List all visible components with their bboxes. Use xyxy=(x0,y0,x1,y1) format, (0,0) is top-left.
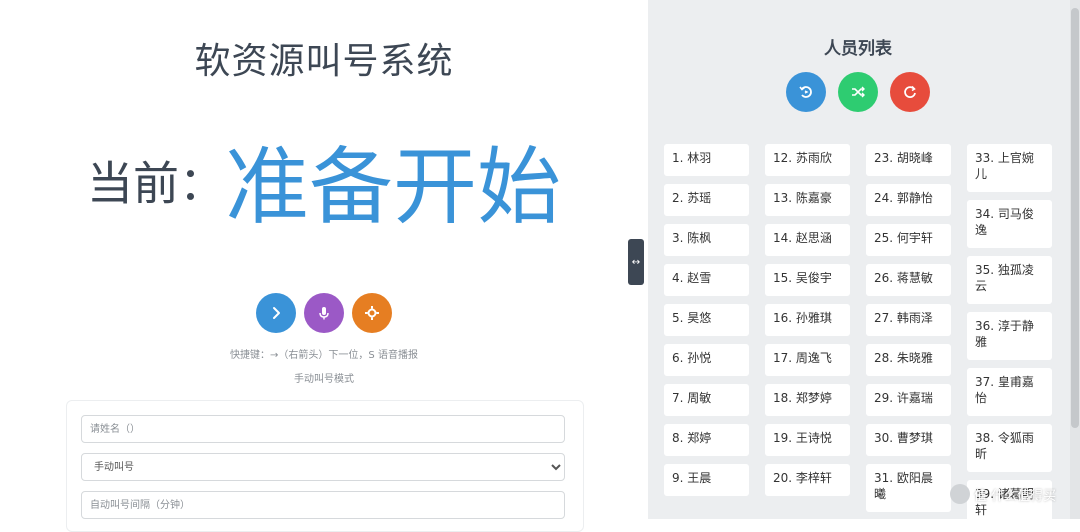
person-card[interactable]: 7. 周敏 xyxy=(664,384,749,416)
shuffle-icon xyxy=(852,86,865,98)
scrollbar-thumb[interactable] xyxy=(1071,8,1079,428)
person-card[interactable]: 35. 独孤凌云 xyxy=(967,256,1052,304)
person-card[interactable]: 8. 郑婷 xyxy=(664,424,749,456)
person-card[interactable]: 5. 昊悠 xyxy=(664,304,749,336)
people-grid: 1. 林羽 2. 苏瑶 3. 陈枫 4. 赵雪 5. 昊悠 6. 孙悦 7. 周… xyxy=(664,144,1052,528)
person-card[interactable]: 19. 王诗悦 xyxy=(765,424,850,456)
person-card[interactable]: 34. 司马俊逸 xyxy=(967,200,1052,248)
settings-form: 手动叫号 xyxy=(66,400,584,532)
next-button[interactable] xyxy=(256,293,296,333)
watermark-text: 值 什么值得买 xyxy=(974,488,1057,504)
reset-list-button[interactable] xyxy=(786,72,826,112)
people-column: 12. 苏雨欣 13. 陈嘉豪 14. 赵思涵 15. 吴俊宇 16. 孙雅琪 … xyxy=(765,144,850,528)
person-card[interactable]: 38. 令狐雨昕 xyxy=(967,424,1052,472)
person-card[interactable]: 15. 吴俊宇 xyxy=(765,264,850,296)
panel-resize-handle[interactable]: ↔ xyxy=(628,239,644,285)
call-mode-select[interactable]: 手动叫号 xyxy=(81,453,565,481)
shortcut-hint: 快捷键：→（右箭头）下一位，S 语音播报 xyxy=(230,350,418,361)
watermark: 值 什么值得买 xyxy=(950,484,1056,504)
person-card[interactable]: 30. 曹梦琪 xyxy=(866,424,951,456)
person-card[interactable]: 36. 淳于静雅 xyxy=(967,312,1052,360)
person-card[interactable]: 33. 上官婉儿 xyxy=(967,144,1052,192)
reset-icon xyxy=(799,86,812,98)
chevron-right-icon xyxy=(273,307,280,319)
panel-title: 人员列表 xyxy=(824,39,892,59)
person-card[interactable]: 37. 皇甫嘉怡 xyxy=(967,368,1052,416)
shuffle-button[interactable] xyxy=(838,72,878,112)
person-card[interactable]: 4. 赵雪 xyxy=(664,264,749,296)
people-column: 1. 林羽 2. 苏瑶 3. 陈枫 4. 赵雪 5. 昊悠 6. 孙悦 7. 周… xyxy=(664,144,749,528)
watermark-logo-icon xyxy=(950,484,970,504)
caller-panel: 软资源叫号系统 当前：准备开始 快捷键：→（右箭头）下一位，S 语音播报 手动叫… xyxy=(0,0,648,532)
person-card[interactable]: 24. 郭静怡 xyxy=(866,184,951,216)
interval-input[interactable] xyxy=(81,491,565,519)
person-card[interactable]: 12. 苏雨欣 xyxy=(765,144,850,176)
people-column: 33. 上官婉儿 34. 司马俊逸 35. 独孤凌云 36. 淳于静雅 37. … xyxy=(967,144,1052,528)
people-panel: 人员列表 1. 林羽 2. 苏瑶 3. 陈枫 4. 赵雪 5. 昊悠 6. 孙悦… xyxy=(648,0,1080,528)
current-value: 准备开始 xyxy=(224,138,561,236)
person-card[interactable]: 18. 郑梦婷 xyxy=(765,384,850,416)
people-column: 23. 胡晓峰 24. 郭静怡 25. 何宇轩 26. 蒋慧敏 27. 韩雨泽 … xyxy=(866,144,951,528)
person-card[interactable]: 6. 孙悦 xyxy=(664,344,749,376)
person-card[interactable]: 17. 周逸飞 xyxy=(765,344,850,376)
settings-button[interactable] xyxy=(352,293,392,333)
person-card[interactable]: 1. 林羽 xyxy=(664,144,749,176)
current-label: 当前： xyxy=(86,156,225,211)
person-card[interactable]: 9. 王晨 xyxy=(664,464,749,496)
microphone-icon xyxy=(319,307,329,320)
person-card[interactable]: 14. 赵思涵 xyxy=(765,224,850,256)
person-card[interactable]: 29. 许嘉瑞 xyxy=(866,384,951,416)
voice-button[interactable] xyxy=(304,293,344,333)
person-card[interactable]: 31. 欧阳晨曦 xyxy=(866,464,951,512)
person-card[interactable]: 27. 韩雨泽 xyxy=(866,304,951,336)
call-controls xyxy=(0,293,648,333)
person-card[interactable]: 23. 胡晓峰 xyxy=(866,144,951,176)
person-card[interactable]: 3. 陈枫 xyxy=(664,224,749,256)
panel-controls xyxy=(648,72,1068,112)
person-card[interactable]: 26. 蒋慧敏 xyxy=(866,264,951,296)
gear-icon xyxy=(365,306,379,320)
name-input[interactable] xyxy=(81,415,565,443)
person-card[interactable]: 13. 陈嘉豪 xyxy=(765,184,850,216)
person-card[interactable]: 20. 李梓轩 xyxy=(765,464,850,496)
refresh-icon xyxy=(904,85,916,98)
person-card[interactable]: 28. 朱晓雅 xyxy=(866,344,951,376)
current-call-display: 当前：准备开始 xyxy=(0,120,648,241)
person-card[interactable]: 2. 苏瑶 xyxy=(664,184,749,216)
person-card[interactable]: 16. 孙雅琪 xyxy=(765,304,850,336)
person-card[interactable]: 25. 何宇轩 xyxy=(866,224,951,256)
refresh-button[interactable] xyxy=(890,72,930,112)
mode-indicator: 手动叫号模式 xyxy=(294,374,354,385)
app-title: 软资源叫号系统 xyxy=(194,41,454,82)
